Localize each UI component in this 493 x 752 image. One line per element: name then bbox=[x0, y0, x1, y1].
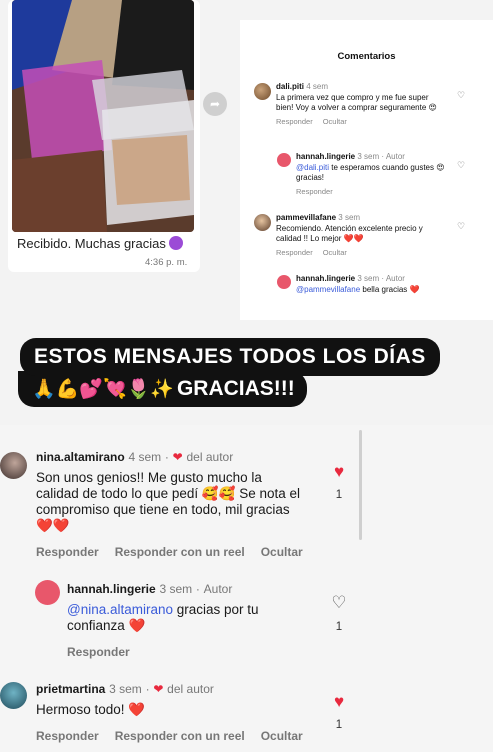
comment-username[interactable]: dali.piti bbox=[276, 82, 304, 91]
comment-username[interactable]: hannah.lingerie bbox=[296, 274, 355, 283]
hide-button[interactable]: Ocultar bbox=[323, 248, 347, 257]
comment-username[interactable]: hannah.lingerie bbox=[296, 152, 355, 161]
chat-message-text: Recibido. Muchas gracias bbox=[17, 236, 166, 251]
comment-text: La primera vez que compro y me fue super… bbox=[276, 92, 437, 113]
comment: nina.altamirano 4 sem · ❤ del autor Son … bbox=[36, 449, 306, 560]
like-count: 1 bbox=[335, 719, 343, 731]
avatar[interactable] bbox=[254, 83, 271, 100]
author-badge: del autor bbox=[186, 450, 234, 464]
comment-time: 3 sem bbox=[159, 582, 193, 596]
purple-heart-icon bbox=[168, 236, 183, 250]
comment-username[interactable]: hannah.lingerie bbox=[67, 582, 156, 596]
liked-heart-icon[interactable]: ♥ bbox=[329, 692, 349, 712]
comment-time: 4 sem bbox=[128, 450, 162, 464]
comment-mention[interactable]: @nina.altamirano bbox=[67, 602, 173, 617]
chat-message: Recibido. Muchas gracias bbox=[17, 236, 183, 251]
comment-time: 3 sem · Autor bbox=[357, 152, 405, 161]
like-heart-icon[interactable]: ♡ bbox=[457, 221, 465, 232]
emoji-row: 🙏💪💕💘🌷✨ bbox=[32, 379, 174, 400]
panel-comment: hannah.lingerie 3 sem · Autor @pammevill… bbox=[296, 274, 451, 295]
author-heart-icon: ❤ bbox=[172, 450, 183, 464]
reply-button[interactable]: Responder bbox=[36, 729, 99, 743]
like-heart-icon[interactable]: ♡ bbox=[457, 160, 465, 171]
avatar[interactable] bbox=[0, 452, 27, 479]
panel-comment: pammevillafane 3 sem Recomiendo. Atenció… bbox=[276, 213, 446, 258]
avatar[interactable] bbox=[277, 153, 291, 167]
comment: hannah.lingerie 3 sem · Autor @nina.alta… bbox=[67, 582, 259, 659]
author-heart-icon: ❤ bbox=[153, 682, 164, 696]
comment: prietmartina 3 sem · ❤ del autor Hermoso… bbox=[36, 681, 316, 744]
reply-button[interactable]: Responder bbox=[276, 117, 313, 126]
avatar[interactable] bbox=[0, 682, 27, 709]
reply-reel-button[interactable]: Responder con un reel bbox=[115, 545, 245, 559]
comment-time: 4 sem bbox=[306, 82, 329, 91]
reply-button[interactable]: Responder bbox=[276, 248, 313, 257]
comment-mention[interactable]: @dali.piti bbox=[296, 163, 329, 172]
avatar[interactable] bbox=[277, 275, 291, 289]
product-photo[interactable] bbox=[12, 0, 194, 232]
share-icon[interactable]: ➦ bbox=[203, 92, 227, 116]
banner-thanks: GRACIAS!!! bbox=[176, 377, 295, 400]
panel-comment: hannah.lingerie 3 sem · Autor @dali.piti… bbox=[296, 152, 451, 197]
reply-reel-button[interactable]: Responder con un reel bbox=[115, 729, 245, 743]
comment-time: 3 sem · Autor bbox=[357, 274, 405, 283]
comment-time: 3 sem bbox=[338, 213, 361, 222]
comment-username[interactable]: pammevillafane bbox=[276, 213, 336, 222]
panel-title: Comentarios bbox=[337, 51, 396, 62]
reply-button[interactable]: Responder bbox=[296, 187, 333, 196]
comment-text: bella gracias ❤️ bbox=[360, 284, 420, 294]
product-photo-image bbox=[12, 0, 194, 232]
banner-line-2: 🙏💪💕💘🌷✨ GRACIAS!!! bbox=[18, 371, 307, 407]
like-heart-icon[interactable]: ♡ bbox=[457, 90, 465, 101]
comment-mention[interactable]: @pammevillafane bbox=[296, 285, 360, 294]
like-heart-icon[interactable]: ♡ bbox=[329, 593, 349, 613]
like-count: 1 bbox=[335, 489, 343, 501]
comment-text: Hermoso todo! ❤️ bbox=[36, 702, 146, 717]
hide-button[interactable]: Ocultar bbox=[323, 117, 347, 126]
banner-line-1: ESTOS MENSAJES TODOS LOS DÍAS bbox=[20, 338, 440, 376]
reply-button[interactable]: Responder bbox=[36, 545, 99, 559]
scrollbar[interactable] bbox=[359, 430, 362, 540]
hide-button[interactable]: Ocultar bbox=[261, 729, 303, 743]
liked-heart-icon[interactable]: ♥ bbox=[329, 462, 349, 482]
avatar[interactable] bbox=[254, 214, 271, 231]
reply-button[interactable]: Responder bbox=[67, 645, 130, 659]
author-badge: del autor bbox=[167, 682, 214, 696]
author-badge: Autor bbox=[203, 582, 233, 596]
comment-username[interactable]: nina.altamirano bbox=[36, 450, 125, 464]
comment-username[interactable]: prietmartina bbox=[36, 682, 105, 696]
avatar[interactable] bbox=[35, 580, 60, 605]
panel-comment: dali.piti 4 sem La primera vez que compr… bbox=[276, 82, 446, 127]
comment-text: Recomiendo. Atención excelente precio y … bbox=[276, 223, 423, 244]
like-count: 1 bbox=[335, 621, 343, 633]
comment-text: Son unos genios!! Me gusto mucho la cali… bbox=[36, 470, 301, 533]
chat-timestamp: 4:36 p. m. bbox=[145, 257, 188, 268]
comment-time: 3 sem bbox=[109, 682, 142, 696]
hide-button[interactable]: Ocultar bbox=[261, 545, 303, 559]
